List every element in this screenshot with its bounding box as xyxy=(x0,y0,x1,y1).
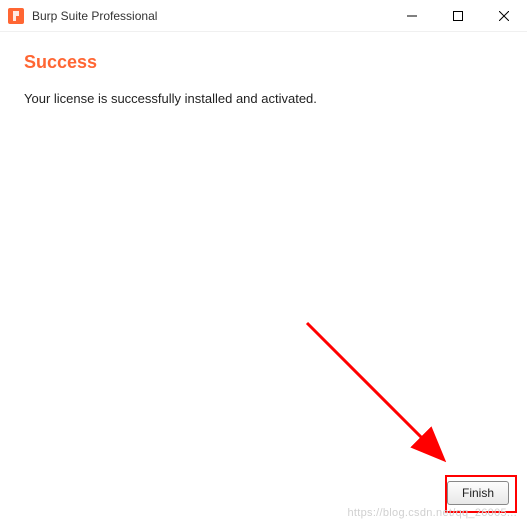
annotation-arrow xyxy=(277,293,477,493)
window-controls xyxy=(389,0,527,31)
content-area: Success Your license is successfully ins… xyxy=(0,32,527,523)
app-icon xyxy=(8,8,24,24)
success-message: Your license is successfully installed a… xyxy=(24,91,503,106)
window-title: Burp Suite Professional xyxy=(32,9,389,23)
finish-button[interactable]: Finish xyxy=(447,481,509,505)
minimize-button[interactable] xyxy=(389,0,435,32)
maximize-button[interactable] xyxy=(435,0,481,32)
window-titlebar: Burp Suite Professional xyxy=(0,0,527,32)
close-button[interactable] xyxy=(481,0,527,32)
watermark-text: https://blog.csdn.net/qq_26005... xyxy=(347,507,517,519)
success-heading: Success xyxy=(24,52,503,73)
